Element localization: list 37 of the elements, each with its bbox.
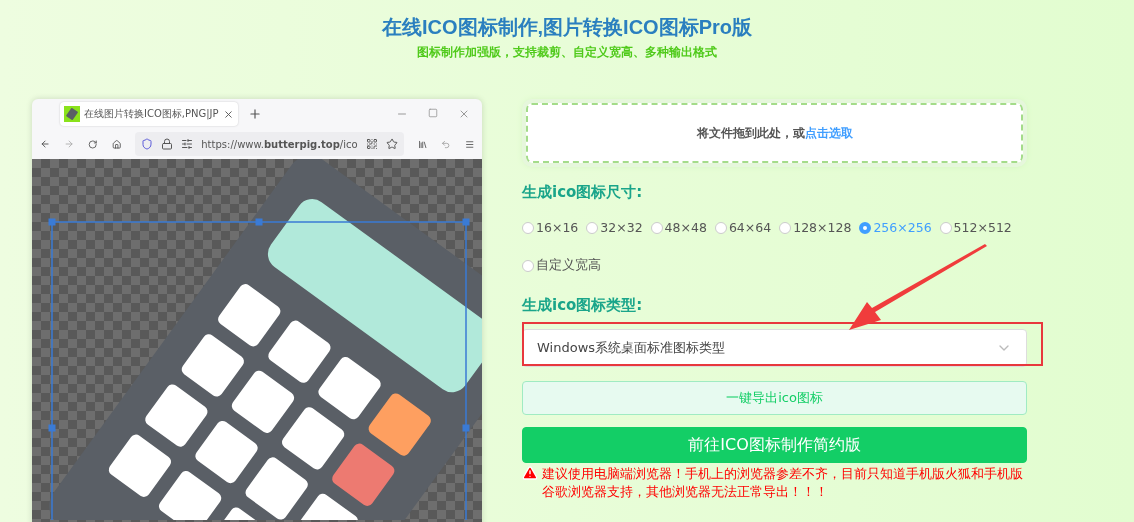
warning-text: 建议使用电脑端浏览器！手机上的浏览器参差不齐，目前只知道手机版火狐和手机版谷歌浏览器支持，其他浏览器无法正常导出！！！ (542, 465, 1024, 501)
radio-icon[interactable] (939, 221, 952, 234)
radio-icon[interactable] (586, 221, 599, 234)
browser-tab[interactable]: 在线图片转换ICO图标,PNG|JP (60, 102, 238, 126)
close-icon[interactable] (222, 108, 234, 120)
shield-icon[interactable] (141, 138, 154, 150)
star-icon[interactable] (385, 138, 398, 150)
radio-icon[interactable] (650, 221, 663, 234)
warning-icon (522, 465, 538, 481)
qr-code-icon[interactable] (365, 138, 378, 150)
size-label: 生成ico图标尺寸: (522, 183, 644, 202)
lock-icon (161, 138, 174, 150)
page-title: 在线ICO图标制作,图片转换ICO图标Pro版 (382, 15, 752, 40)
crop-frame[interactable] (48, 218, 470, 520)
close-icon[interactable] (458, 108, 470, 120)
calculator-icon (64, 106, 80, 122)
type-label: 生成ico图标类型: (522, 296, 644, 315)
page-subtitle: 图标制作加强版，支持裁剪、自定义宽高、多种输出格式 (417, 44, 717, 61)
size-radio[interactable]: 128×128 (779, 220, 852, 235)
size-radio[interactable]: 64×64 (714, 220, 772, 235)
type-select[interactable]: Windows系统桌面标准图标类型 (522, 329, 1027, 367)
reload-icon[interactable] (88, 137, 98, 151)
upload-hint: 将文件拖到此处，或点击选取 (696, 124, 853, 142)
radio-icon[interactable] (522, 259, 534, 272)
maximize-icon[interactable] (428, 108, 438, 118)
radio-icon[interactable] (859, 221, 872, 234)
radio-icon[interactable] (779, 221, 792, 234)
home-icon[interactable] (111, 137, 122, 151)
size-radio[interactable]: 自定义宽高 (522, 257, 601, 274)
size-radio[interactable]: 32×32 (586, 220, 643, 235)
sliders-icon[interactable] (181, 138, 194, 150)
size-radio[interactable]: 48×48 (650, 220, 707, 235)
size-radio[interactable]: 16×16 (522, 220, 579, 235)
size-radio[interactable]: 512×512 (939, 220, 1012, 235)
radio-icon[interactable] (522, 221, 534, 234)
plus-icon[interactable] (247, 107, 262, 121)
radio-icon[interactable] (714, 221, 727, 234)
